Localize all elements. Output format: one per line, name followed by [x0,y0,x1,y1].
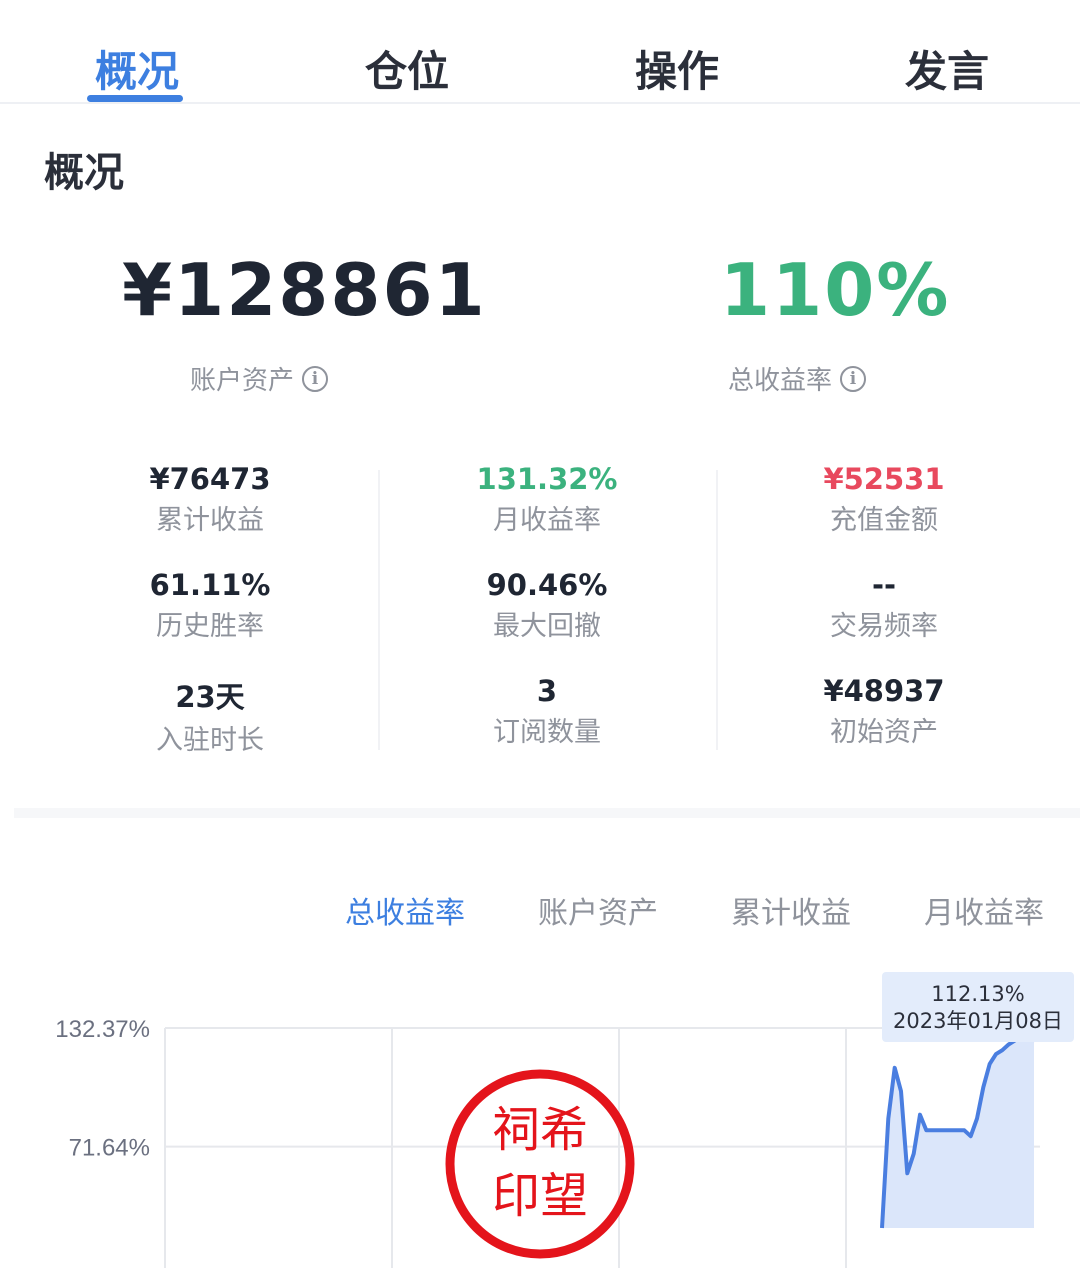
stat-value: 3 [536,674,558,708]
stat-value: 23天 [175,680,245,714]
stat-label: 最大回撤 [493,611,601,642]
y-tick-label: 132.37% [55,1016,150,1043]
stat-value: 90.46% [486,568,608,602]
total-return-label: 总收益率 [728,366,833,396]
stat-label: 入驻时长 [156,725,264,756]
tooltip-value: 112.13% [931,982,1025,1006]
stat-win-rate: 61.11% 历史胜率 [110,568,310,643]
chart-tab-total-return[interactable]: 总收益率 [345,888,465,932]
stat-max-drawdown: 90.46% 最大回撤 [447,568,647,643]
stat-value: 131.32% [476,462,618,496]
tab-posts[interactable]: 发言 [902,38,992,98]
top-tab-bar: 概况 仓位 操作 发言 [0,0,1080,104]
stat-value: ¥52531 [823,462,945,496]
account-assets-label-group: 账户资产 i [190,360,329,397]
stat-value: 61.11% [149,568,271,602]
section-divider [14,808,1080,818]
active-tab-indicator [87,95,183,102]
account-assets-value: ¥128861 [122,248,487,332]
info-icon[interactable]: i [840,365,867,392]
stat-monthly-return: 131.32% 月收益率 [447,462,647,537]
chart-tooltip: 112.13% 2023年01月08日 [882,972,1074,1042]
account-assets-label: 账户资产 [190,366,295,396]
stat-label: 充值金额 [830,505,938,536]
chart-tab-monthly-return[interactable]: 月收益率 [924,888,1044,932]
chart-tab-cumulative-profit[interactable]: 累计收益 [731,888,851,932]
stat-initial-assets: ¥48937 初始资产 [784,674,984,749]
stat-label: 交易频率 [830,611,938,642]
stat-value: ¥76473 [149,462,271,496]
tab-operations[interactable]: 操作 [632,38,722,98]
tooltip-date: 2023年01月08日 [893,1009,1063,1033]
stat-trade-frequency: -- 交易频率 [784,568,984,643]
tab-positions[interactable]: 仓位 [362,38,452,98]
stat-subscriptions: 3 订阅数量 [447,674,647,749]
red-seal-stamp: 祠希 印望 [445,1069,635,1259]
stat-label: 累计收益 [156,505,264,536]
stat-value: ¥48937 [823,674,945,708]
stat-label: 历史胜率 [156,611,264,642]
stat-cumulative-profit: ¥76473 累计收益 [110,462,310,537]
stamp-line-1: 祠希 [492,1102,588,1158]
info-icon[interactable]: i [302,365,329,392]
chart-tab-account-assets[interactable]: 账户资产 [538,888,658,932]
section-title: 概况 [44,150,124,196]
stat-label: 初始资产 [830,717,938,748]
stat-label: 月收益率 [493,505,601,536]
total-return-value: 110% [720,248,951,332]
stat-label: 订阅数量 [493,717,601,748]
column-divider [378,470,380,750]
column-divider [716,470,718,750]
stat-value: -- [871,568,897,602]
stamp-line-2: 印望 [492,1168,588,1224]
tab-overview[interactable]: 概况 [92,38,182,98]
total-return-label-group: 总收益率 i [728,360,867,397]
stat-tenure: 23天 入驻时长 [110,674,310,757]
y-tick-label: 71.64% [69,1135,150,1162]
stat-deposit-amount: ¥52531 充值金额 [784,462,984,537]
